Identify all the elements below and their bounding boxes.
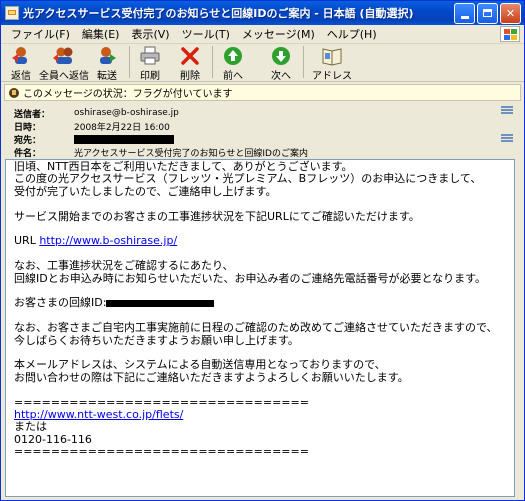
delete-button[interactable]: 削除 [178, 46, 202, 82]
previous-button[interactable]: 前へ [221, 46, 245, 82]
from-value[interactable]: oshirase@b-oshirase.jp [74, 108, 179, 118]
reply-button[interactable]: 返信 [9, 46, 33, 82]
scroll-up-header-icon[interactable] [501, 105, 513, 115]
print-button[interactable]: 印刷 [138, 46, 162, 82]
menu-edit[interactable]: 編集(E) [76, 26, 126, 42]
line-id-label: お客さまの回線ID: [14, 296, 107, 310]
body-line: または [14, 420, 47, 434]
body-line: 本メールアドレスは、システムによる自動送信専用となっておりますので、 [14, 358, 386, 372]
scroll-down-header-icon[interactable] [501, 133, 513, 143]
reply-all-button[interactable]: 全員へ返信 [39, 46, 89, 82]
forward-icon [95, 46, 119, 66]
body-line: 受付が完了いたしましたので、ご連絡申し上げます。 [14, 184, 277, 198]
menu-file[interactable]: ファイル(F) [5, 26, 76, 42]
message-status-bar: このメッセージの状況：フラグが付いています [4, 84, 521, 101]
next-button[interactable]: 次へ [269, 46, 293, 82]
close-icon: ✕ [505, 6, 516, 20]
menu-tools[interactable]: ツール(T) [176, 26, 236, 42]
maximize-button[interactable] [477, 2, 498, 24]
maximize-icon [483, 9, 492, 17]
date-value: 2008年2月22日 16:00 [74, 122, 170, 133]
message-header: 送信者： oshirase@b-oshirase.jp 日時： 2008年2月2… [4, 103, 521, 161]
minimize-icon [460, 15, 469, 19]
flets-url-link[interactable]: http://www.ntt-west.co.jp/flets/ [14, 408, 183, 421]
address-book-icon [320, 46, 344, 66]
menu-message[interactable]: メッセージ(M) [236, 26, 321, 42]
body-line: この度の光アクセスサービス（フレッツ・光プレミアム、Bフレッツ）のお申込につきま… [14, 172, 482, 186]
body-line: なお、お客さまご自宅内工事実施前に日程のご確認のため改めてご連絡させていただきま… [14, 321, 498, 335]
title-bar[interactable]: 光アクセスサービス受付完了のお知らせと回線IDのご案内 - 日本語 (自動選択)… [1, 1, 524, 25]
subject-value: 光アクセスサービス受付完了のお知らせと回線IDのご案内 [74, 148, 308, 159]
subject-label: 件名： [14, 148, 42, 159]
toolbar-separator [303, 46, 304, 78]
to-label: 宛先： [14, 135, 42, 146]
body-line: 今しばらくお待ちいただきますようお願い申し上げます。 [14, 333, 299, 347]
mail-window: 光アクセスサービス受付完了のお知らせと回線IDのご案内 - 日本語 (自動選択)… [0, 0, 525, 501]
toolbar-separator [212, 46, 213, 78]
url-label: URL [14, 234, 40, 248]
progress-url-link[interactable]: http://www.b-oshirase.jp/ [39, 234, 177, 247]
mail-icon [5, 6, 19, 20]
message-status-text: このメッセージの状況：フラグが付いています [23, 89, 233, 100]
body-line: URL http://www.b-oshirase.jp/ [14, 235, 514, 247]
date-label: 日時： [14, 122, 42, 133]
separator-line: ================================ [14, 445, 309, 459]
from-label: 送信者： [14, 109, 51, 120]
address-book-button[interactable]: アドレス [312, 46, 352, 82]
body-line: なお、工事進捗状況をご確認するにあたり、 [14, 259, 234, 273]
menu-help[interactable]: ヘルプ(H) [321, 26, 383, 42]
window-title: 光アクセスサービス受付完了のお知らせと回線IDのご案内 - 日本語 (自動選択) [23, 7, 414, 20]
up-arrow-icon [221, 46, 245, 66]
minimize-button[interactable] [454, 2, 475, 24]
close-button[interactable]: ✕ [500, 2, 521, 24]
down-arrow-icon [269, 46, 293, 66]
toolbar-separator [129, 46, 130, 78]
reply-all-icon [52, 46, 76, 66]
forward-button[interactable]: 転送 [95, 46, 119, 82]
body-line: お問い合わせの際は下記にご連絡いただきますようよろしくお願いいたします。 [14, 370, 409, 384]
body-line: お客さまの回線ID: [14, 297, 514, 309]
menu-view[interactable]: 表示(V) [125, 26, 175, 42]
flag-icon [9, 87, 19, 98]
toolbar: 返信 全員へ返信 転送 印刷 削除 前へ 次へ アドレス [1, 44, 524, 82]
redacted-recipient [74, 134, 174, 144]
menu-bar: ファイル(F) 編集(E) 表示(V) ツール(T) メッセージ(M) ヘルプ(… [1, 25, 524, 44]
delete-icon [178, 46, 202, 66]
windows-logo-icon [500, 26, 520, 42]
redacted-line-id [106, 299, 215, 307]
reply-icon [9, 46, 33, 66]
body-line: サービス開始までのお客さまの工事進捗状況を下記URLにてご確認いただけます。 [14, 209, 420, 223]
printer-icon [138, 46, 162, 66]
body-line: http://www.ntt-west.co.jp/flets/ [14, 408, 514, 421]
body-line: 回線IDとお申込み時にお知らせいただいた、お申込み者のご連絡先電話番号が必要とな… [14, 271, 487, 285]
message-body[interactable]: 旧頃、NTT西日本をご利用いただきまして、ありがとうございます。 この度の光アク… [5, 159, 515, 497]
